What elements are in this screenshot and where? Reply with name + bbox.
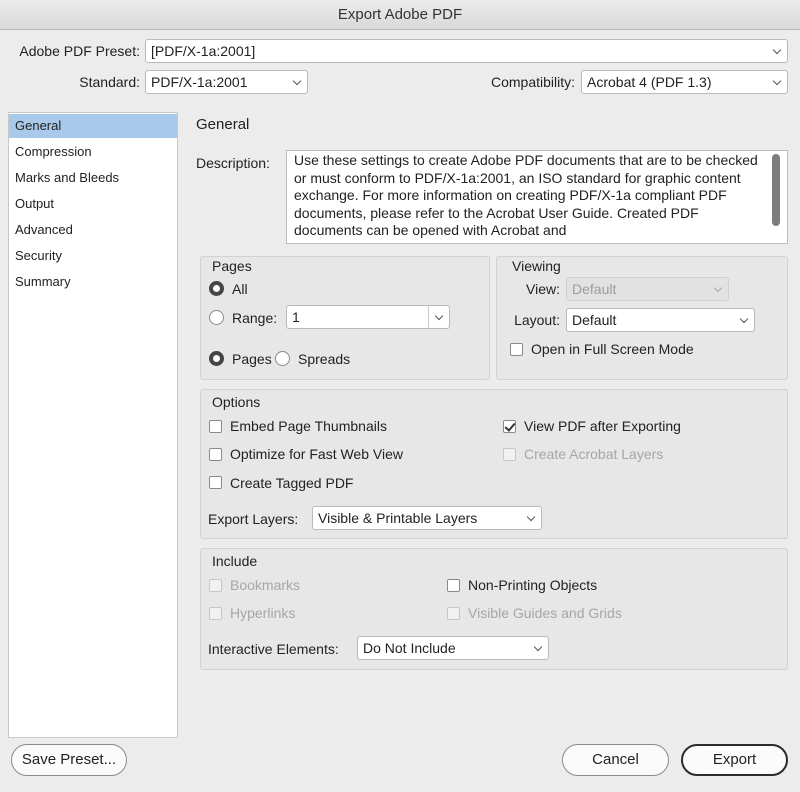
range-input[interactable]: 1 <box>286 305 450 329</box>
view-after-export-checkbox[interactable] <box>503 420 516 433</box>
acrobat-layers-checkbox[interactable] <box>503 448 516 461</box>
sidebar-item-summary[interactable]: Summary <box>9 270 177 294</box>
embed-thumbnails-checkbox[interactable] <box>209 420 222 433</box>
include-panel: Include Bookmarks Hyperlinks Non-Printin… <box>200 548 788 670</box>
bookmarks-label: Bookmarks <box>230 577 301 593</box>
viewing-title: Viewing <box>512 258 561 274</box>
chevron-down-icon <box>772 76 782 86</box>
layout-value: Default <box>572 312 617 328</box>
chevron-down-icon <box>739 314 749 324</box>
preset-value: [PDF/X-1a:2001] <box>151 43 256 59</box>
section-title: General <box>196 116 250 133</box>
description-label: Description: <box>196 155 270 171</box>
export-layers-label: Export Layers: <box>208 511 299 527</box>
range-label: Range: <box>232 310 278 326</box>
export-layers-value: Visible & Printable Layers <box>318 510 478 526</box>
layout-select[interactable]: Default <box>566 308 755 332</box>
chevron-down-icon <box>292 76 302 86</box>
pages-radio[interactable] <box>209 351 224 366</box>
viewing-panel: Viewing View: Default Layout: Default Op… <box>496 256 788 380</box>
view-value: Default <box>572 281 617 297</box>
compatibility-label: Compatibility: <box>490 74 575 90</box>
chevron-down-icon <box>772 45 782 55</box>
view-after-export-label: View PDF after Exporting <box>524 418 681 434</box>
hyperlinks-checkbox[interactable] <box>209 607 222 620</box>
range-radio[interactable] <box>209 310 224 325</box>
standard-select[interactable]: PDF/X-1a:2001 <box>145 70 308 94</box>
fullscreen-label: Open in Full Screen Mode <box>531 341 694 357</box>
all-label: All <box>232 281 248 297</box>
all-radio[interactable] <box>209 281 224 296</box>
sidebar-item-security[interactable]: Security <box>9 244 177 268</box>
standard-label: Standard: <box>79 74 140 90</box>
view-select[interactable]: Default <box>566 277 729 301</box>
layout-label: Layout: <box>514 312 560 328</box>
sidebar-item-marks-and-bleeds[interactable]: Marks and Bleeds <box>9 166 177 190</box>
chevron-down-icon <box>713 283 723 293</box>
sidebar-item-compression[interactable]: Compression <box>9 140 177 164</box>
description-text: Use these settings to create Adobe PDF d… <box>286 150 788 244</box>
range-value: 1 <box>292 309 300 325</box>
chevron-down-icon <box>526 512 536 522</box>
pages-radio-label: Pages <box>232 351 272 367</box>
standard-value: PDF/X-1a:2001 <box>151 74 248 90</box>
interactive-elements-select[interactable]: Do Not Include <box>357 636 549 660</box>
non-printing-label: Non-Printing Objects <box>468 577 598 593</box>
guides-grids-label: Visible Guides and Grids <box>468 605 622 621</box>
options-title: Options <box>212 394 261 410</box>
interactive-elements-value: Do Not Include <box>363 640 456 656</box>
preset-select[interactable]: [PDF/X-1a:2001] <box>145 39 788 63</box>
optimize-web-label: Optimize for Fast Web View <box>230 446 403 462</box>
sidebar: General Compression Marks and Bleeds Out… <box>8 112 178 738</box>
hyperlinks-label: Hyperlinks <box>230 605 296 621</box>
guides-grids-checkbox[interactable] <box>447 607 460 620</box>
sidebar-item-advanced[interactable]: Advanced <box>9 218 177 242</box>
chevron-down-icon <box>533 642 543 652</box>
include-title: Include <box>212 553 258 569</box>
interactive-elements-label: Interactive Elements: <box>208 641 339 657</box>
sidebar-item-general[interactable]: General <box>9 114 177 138</box>
export-layers-select[interactable]: Visible & Printable Layers <box>312 506 542 530</box>
save-preset-button[interactable]: Save Preset... <box>11 744 127 776</box>
compatibility-value: Acrobat 4 (PDF 1.3) <box>587 74 712 90</box>
fullscreen-checkbox[interactable] <box>510 343 523 356</box>
sidebar-item-output[interactable]: Output <box>9 192 177 216</box>
tagged-pdf-label: Create Tagged PDF <box>230 475 354 491</box>
preset-label: Adobe PDF Preset: <box>19 43 140 59</box>
options-panel: Options Embed Page Thumbnails Optimize f… <box>200 389 788 539</box>
spreads-label: Spreads <box>298 351 351 367</box>
description-scrollbar[interactable] <box>772 154 780 226</box>
view-label: View: <box>526 281 560 297</box>
pages-title: Pages <box>212 258 252 274</box>
compatibility-select[interactable]: Acrobat 4 (PDF 1.3) <box>581 70 788 94</box>
acrobat-layers-label: Create Acrobat Layers <box>524 446 664 462</box>
chevron-down-icon[interactable] <box>434 311 444 321</box>
window-title: Export Adobe PDF <box>0 0 800 30</box>
divider <box>428 306 429 328</box>
non-printing-checkbox[interactable] <box>447 579 460 592</box>
tagged-pdf-checkbox[interactable] <box>209 476 222 489</box>
export-button[interactable]: Export <box>681 744 788 776</box>
spreads-radio[interactable] <box>275 351 290 366</box>
bookmarks-checkbox[interactable] <box>209 579 222 592</box>
embed-thumbnails-label: Embed Page Thumbnails <box>230 418 387 434</box>
cancel-button[interactable]: Cancel <box>562 744 669 776</box>
optimize-web-checkbox[interactable] <box>209 448 222 461</box>
pages-panel: Pages All Range: 1 Pages Spreads <box>200 256 490 380</box>
